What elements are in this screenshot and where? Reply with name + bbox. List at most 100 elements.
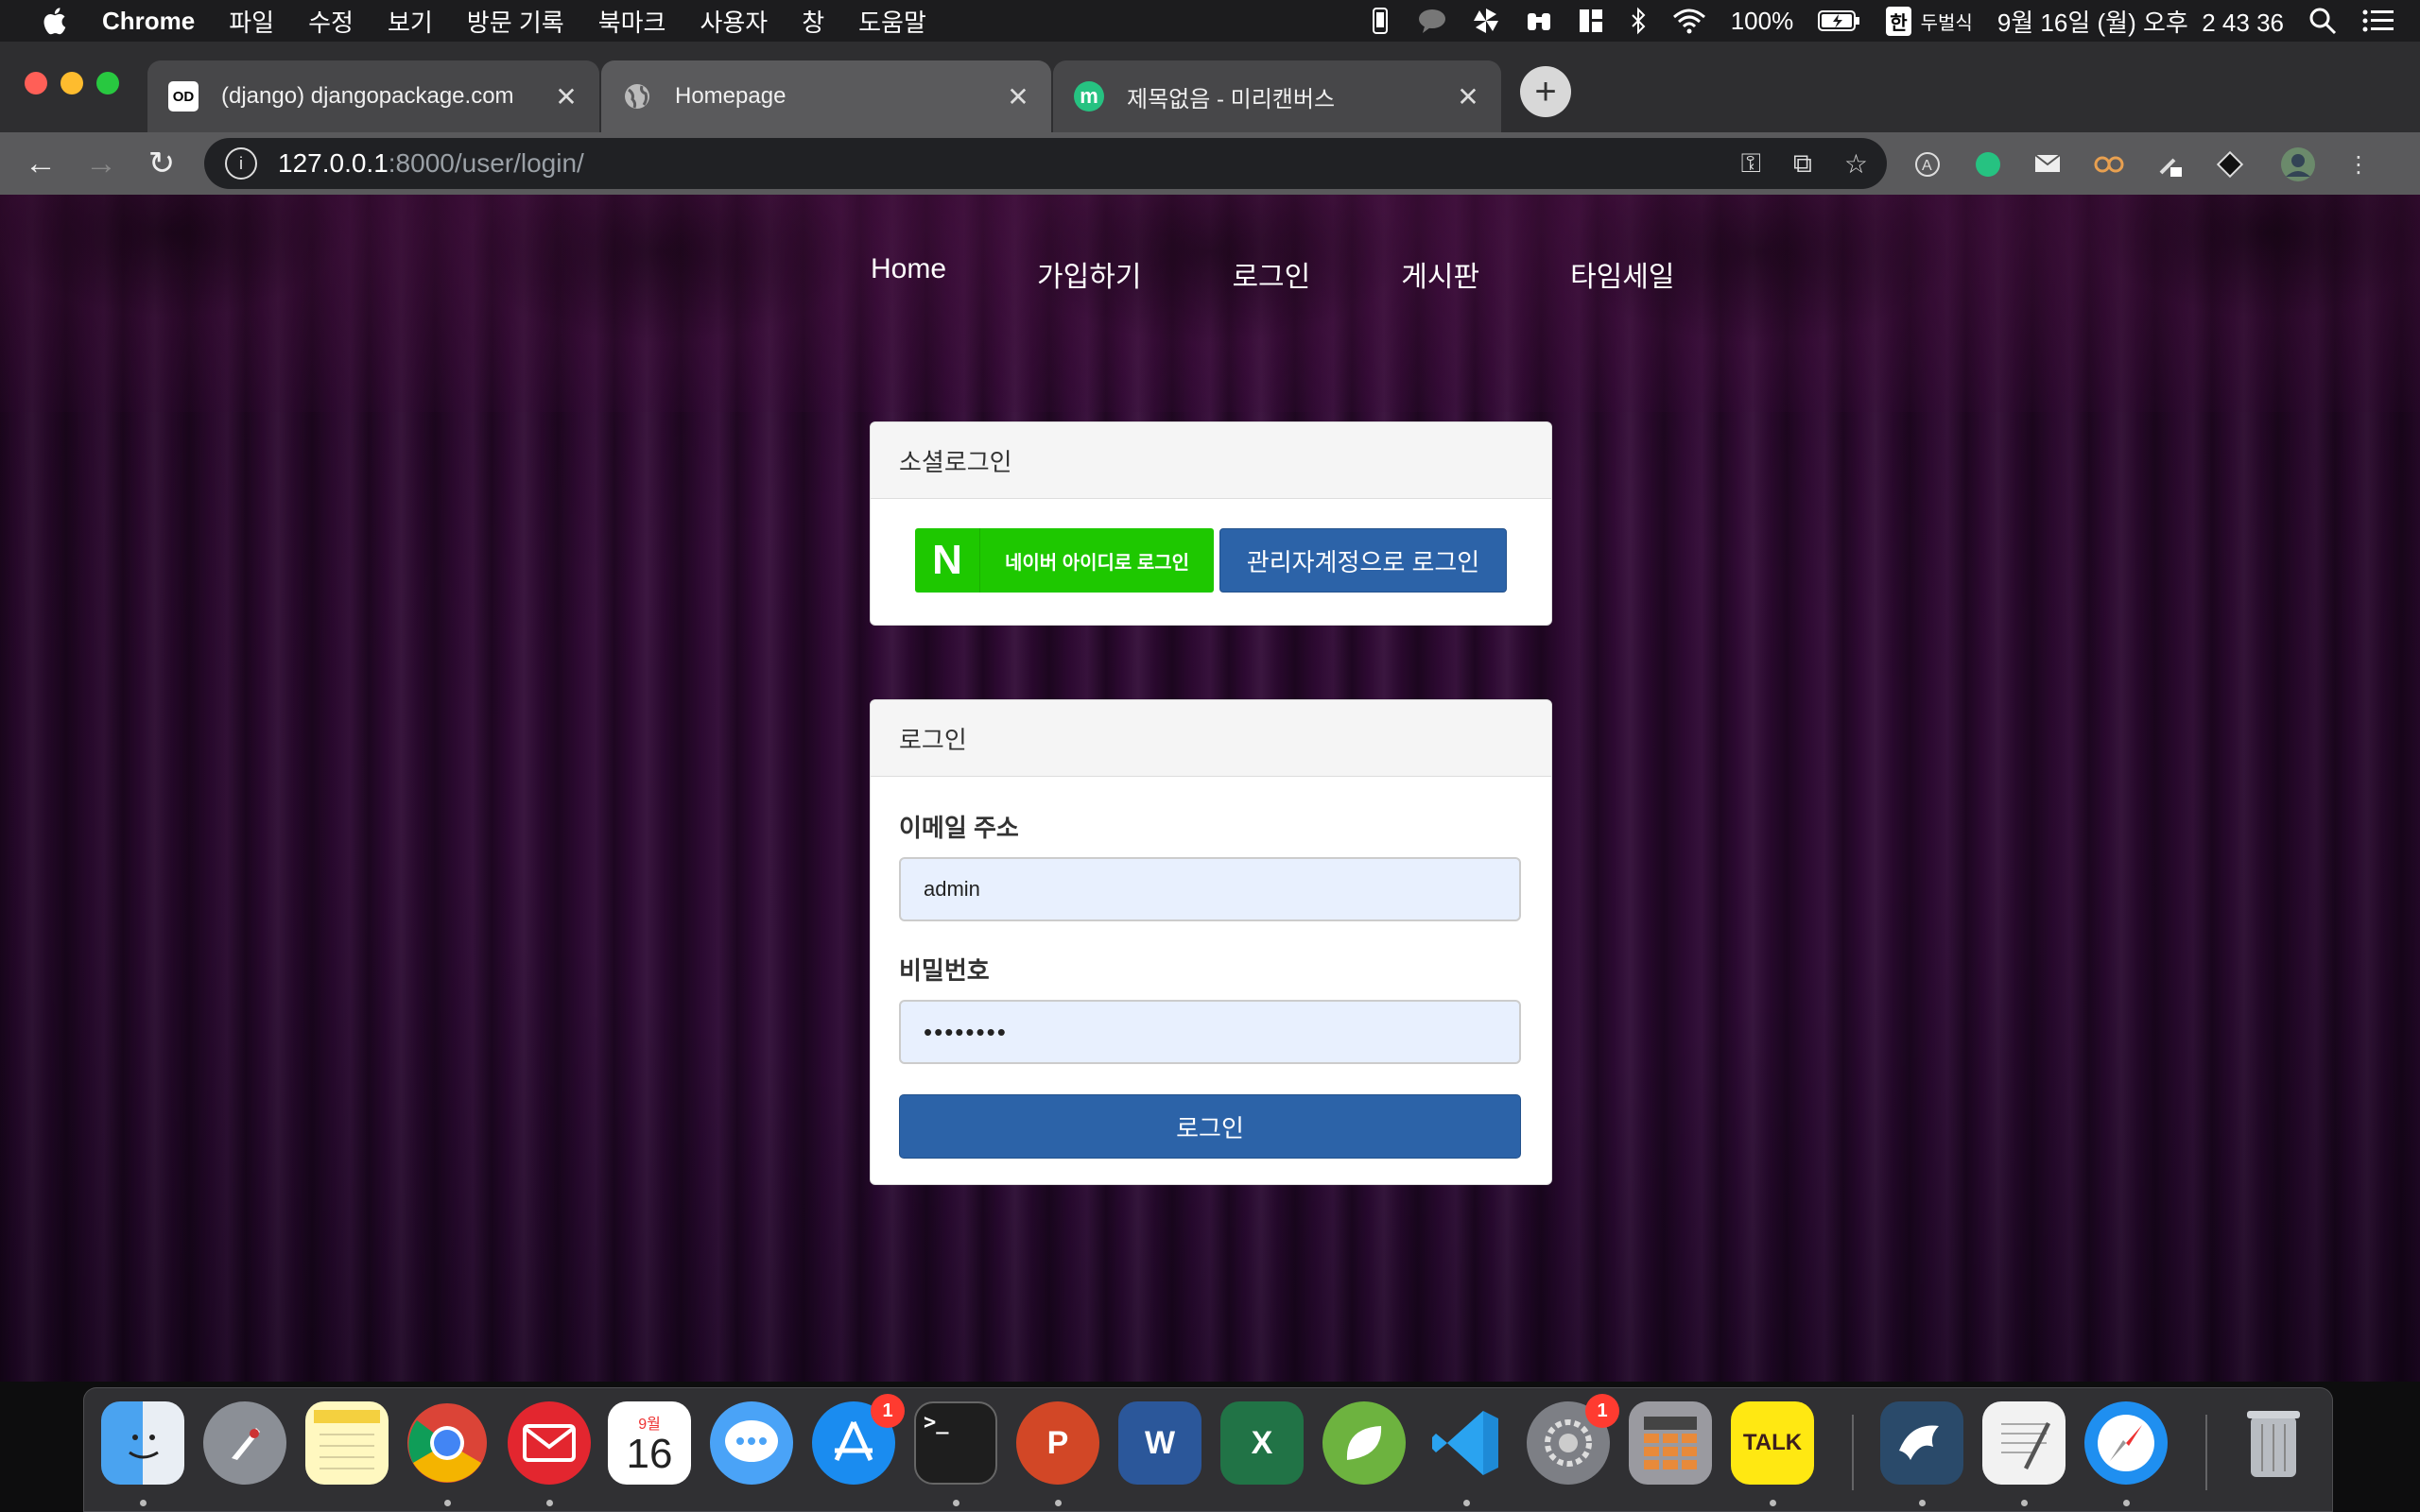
- excel-icon[interactable]: X: [1220, 1401, 1304, 1485]
- close-tab-icon[interactable]: ✕: [1454, 82, 1482, 112]
- bookmark-star-icon[interactable]: ☆: [1844, 148, 1868, 180]
- chrome-menu-icon[interactable]: ⋮: [2341, 146, 2377, 182]
- layout-status-icon[interactable]: [1578, 8, 1604, 34]
- phone-status-icon[interactable]: [1368, 7, 1392, 35]
- social-login-header: 소셜로그인: [871, 422, 1551, 499]
- eyedropper-extension-icon[interactable]: [2152, 146, 2187, 182]
- input-method-indicator[interactable]: 한: [1886, 6, 1911, 36]
- calendar-day: 16: [626, 1431, 673, 1477]
- glasses-extension-icon[interactable]: [2091, 146, 2127, 182]
- terminal-icon[interactable]: >_: [914, 1401, 997, 1485]
- new-tab-button[interactable]: +: [1520, 66, 1571, 117]
- admin-login-button[interactable]: 관리자계정으로 로그인: [1219, 528, 1507, 593]
- reload-icon[interactable]: ↻: [144, 146, 180, 181]
- social-login-card: 소셜로그인 N 네이버 아이디로 로그인 관리자계정으로 로그인: [870, 421, 1552, 626]
- nav-home[interactable]: Home: [871, 253, 946, 295]
- email-label: 이메일 주소: [899, 814, 1019, 842]
- naver-login-label: 네이버 아이디로 로그인: [1004, 552, 1190, 574]
- chat-status-icon[interactable]: [1417, 8, 1447, 34]
- spring-tool-icon[interactable]: [1322, 1401, 1406, 1485]
- notes-icon[interactable]: [305, 1401, 389, 1485]
- nav-signup[interactable]: 가입하기: [1037, 253, 1141, 295]
- tab-miricanvas[interactable]: m 제목없음 - 미리캔버스 ✕: [1053, 60, 1501, 132]
- mysql-workbench-icon[interactable]: [1880, 1401, 1963, 1485]
- notification-center-icon[interactable]: [2361, 8, 2395, 34]
- email-field[interactable]: admin: [899, 857, 1521, 921]
- zoom-window-button[interactable]: [96, 72, 119, 94]
- powerpoint-icon[interactable]: P: [1016, 1401, 1099, 1485]
- calculator-icon[interactable]: [1629, 1401, 1712, 1485]
- close-tab-icon[interactable]: ✕: [552, 82, 580, 112]
- site-info-icon[interactable]: i: [225, 147, 257, 180]
- login-card: 로그인 이메일 주소 admin 비밀번호 •••••••• 로그인: [870, 699, 1552, 1185]
- binoculars-status-icon[interactable]: [1525, 8, 1553, 34]
- menu-bookmarks[interactable]: 북마크: [598, 4, 666, 39]
- close-tab-icon[interactable]: ✕: [1004, 82, 1032, 112]
- nav-board[interactable]: 게시판: [1401, 253, 1479, 295]
- menu-edit[interactable]: 수정: [308, 4, 354, 39]
- djangopackage-favicon-icon: OD: [168, 81, 199, 112]
- finder-icon[interactable]: [101, 1401, 184, 1485]
- miricanvas-favicon-icon: m: [1074, 81, 1104, 112]
- profile-avatar[interactable]: [2280, 146, 2316, 182]
- naver-login-button[interactable]: N 네이버 아이디로 로그인: [915, 528, 1214, 593]
- browser-chrome: OD (django) djangopackage.com ✕ Homepage…: [0, 42, 2420, 195]
- url-host: 127.0.0.1: [278, 148, 389, 178]
- bluetooth-icon[interactable]: [1629, 7, 1648, 35]
- app-store-badge: 1: [871, 1394, 905, 1428]
- key-icon[interactable]: ⚿: [1741, 148, 1761, 180]
- kakaotalk-icon[interactable]: TALK: [1731, 1401, 1814, 1485]
- apple-menu-icon[interactable]: [38, 5, 70, 37]
- nav-timesale[interactable]: 타임세일: [1570, 253, 1674, 295]
- launchpad-icon[interactable]: [203, 1401, 286, 1485]
- naver-logo-icon: N: [915, 528, 980, 593]
- pinwheel-status-icon[interactable]: [1472, 7, 1500, 35]
- close-window-button[interactable]: [25, 72, 47, 94]
- app-store-icon[interactable]: 1: [812, 1394, 905, 1485]
- system-preferences-badge: 1: [1585, 1394, 1619, 1428]
- tab-homepage[interactable]: Homepage ✕: [601, 60, 1051, 132]
- system-preferences-icon[interactable]: 1: [1527, 1394, 1619, 1485]
- battery-percent[interactable]: 100%: [1731, 7, 1794, 36]
- svg-text:A: A: [1922, 158, 1932, 174]
- kakaotalk-label: TALK: [1742, 1430, 1803, 1455]
- translate-icon[interactable]: ⧉: [1793, 148, 1812, 180]
- calendar-icon[interactable]: 9월 16: [608, 1401, 691, 1485]
- forward-arrow-icon[interactable]: →: [83, 146, 119, 181]
- trash-icon[interactable]: [2232, 1401, 2315, 1485]
- git-extension-icon[interactable]: [2212, 146, 2248, 182]
- menu-view[interactable]: 보기: [388, 4, 433, 39]
- translate-extension-icon[interactable]: A: [1910, 146, 1945, 182]
- spotlight-search-icon[interactable]: [2308, 7, 2337, 35]
- menubar-clock[interactable]: 9월 16일 (월) 오후 2 43 36: [1997, 4, 2284, 39]
- tab-djangopackage[interactable]: OD (django) djangopackage.com ✕: [147, 60, 599, 132]
- dock: 9월 16 1 >_ P W X 1 TALK: [83, 1387, 2333, 1512]
- menu-app-name[interactable]: Chrome: [102, 7, 195, 36]
- battery-icon[interactable]: [1818, 9, 1861, 33]
- chrome-app-icon[interactable]: [406, 1401, 489, 1485]
- word-icon[interactable]: W: [1118, 1401, 1201, 1485]
- tab-title: Homepage: [675, 83, 786, 109]
- mail-app-icon[interactable]: [508, 1401, 591, 1485]
- nav-login[interactable]: 로그인: [1232, 253, 1310, 295]
- minimize-window-button[interactable]: [60, 72, 83, 94]
- menu-people[interactable]: 사용자: [700, 4, 768, 39]
- wifi-icon[interactable]: [1672, 8, 1706, 34]
- vscode-icon[interactable]: [1425, 1401, 1508, 1485]
- messages-icon[interactable]: [710, 1401, 793, 1485]
- window-controls: [25, 72, 132, 94]
- mail-checker-extension-icon[interactable]: [2031, 146, 2066, 182]
- menu-window[interactable]: 창: [802, 4, 824, 39]
- menu-history[interactable]: 방문 기록: [467, 4, 564, 39]
- tab-title: 제목없음 - 미리캔버스: [1127, 86, 1336, 112]
- address-bar[interactable]: i 127.0.0.1:8000/user/login/ ⚿ ⧉ ☆: [204, 138, 1887, 189]
- menu-file[interactable]: 파일: [229, 4, 274, 39]
- miricanvas-extension-icon[interactable]: [1970, 146, 2006, 182]
- login-submit-button[interactable]: 로그인: [899, 1094, 1521, 1159]
- menu-help[interactable]: 도움말: [858, 4, 926, 39]
- safari-icon[interactable]: [2084, 1401, 2168, 1485]
- textedit-icon[interactable]: [1982, 1401, 2066, 1485]
- back-arrow-icon[interactable]: ←: [23, 146, 59, 181]
- password-field[interactable]: ••••••••: [899, 1000, 1521, 1064]
- macos-menu-bar: Chrome 파일 수정 보기 방문 기록 북마크 사용자 창 도움말 100%…: [0, 0, 2420, 42]
